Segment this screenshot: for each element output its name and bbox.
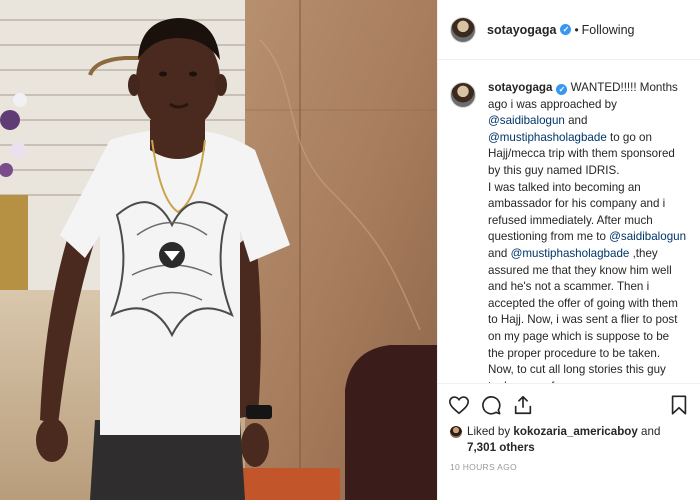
action-bar: [438, 392, 700, 418]
caption-body: WANTED!!!!! Months ago i was approached …: [488, 81, 689, 384]
heart-icon[interactable]: [448, 394, 470, 416]
mention-link[interactable]: @mustiphasholagbade: [488, 131, 607, 144]
likes-text: Liked by kokozaria_americaboy and 7,301 …: [467, 424, 660, 456]
likes-joiner: and: [641, 425, 661, 438]
liker-avatar[interactable]: [450, 426, 462, 438]
header-username[interactable]: sotayogaga: [487, 23, 556, 37]
caption-section: sotayogaga ✓ WANTED!!!!! Months ago i was…: [438, 72, 700, 384]
caption-segment: and: [564, 114, 591, 128]
caption-text: sotayogaga ✓ WANTED!!!!! Months ago i was…: [488, 80, 688, 384]
bookmark-icon[interactable]: [668, 394, 690, 416]
verified-badge-icon: ✓: [560, 24, 572, 35]
comment-icon[interactable]: [480, 394, 502, 416]
mention-link[interactable]: @saidibalogun: [609, 230, 686, 243]
caption-username[interactable]: sotayogaga: [488, 81, 552, 94]
mention-link[interactable]: @mustiphasholagbade: [511, 247, 630, 260]
post-photo[interactable]: [0, 0, 437, 500]
caption-verified-badge-icon: ✓: [556, 84, 568, 95]
caption-avatar[interactable]: [450, 82, 476, 108]
likes-prefix: Liked by: [467, 425, 511, 438]
likes-others-count[interactable]: 7,301 others: [467, 441, 535, 454]
post-side-panel: sotayogaga ✓ • Following sotayogaga ✓ WAN…: [437, 0, 700, 500]
mention-link[interactable]: @saidibalogun: [488, 114, 565, 127]
liker-username[interactable]: kokozaria_americaboy: [513, 425, 637, 438]
post-timestamp[interactable]: 10 HOURS AGO: [450, 462, 517, 472]
header-separator: •: [574, 22, 579, 37]
share-icon[interactable]: [512, 394, 534, 416]
likes-summary: Liked by kokozaria_americaboy and 7,301 …: [450, 424, 695, 456]
divider: [438, 383, 700, 384]
following-button[interactable]: Following: [582, 23, 635, 37]
post-header: sotayogaga ✓ • Following: [438, 0, 700, 60]
header-avatar[interactable]: [450, 16, 476, 43]
caption-segment: ,they assured me that they know him well…: [488, 246, 678, 384]
photo-image: [0, 0, 437, 500]
caption-segment: to go on Hajj/mecca trip with them spons…: [488, 130, 675, 244]
